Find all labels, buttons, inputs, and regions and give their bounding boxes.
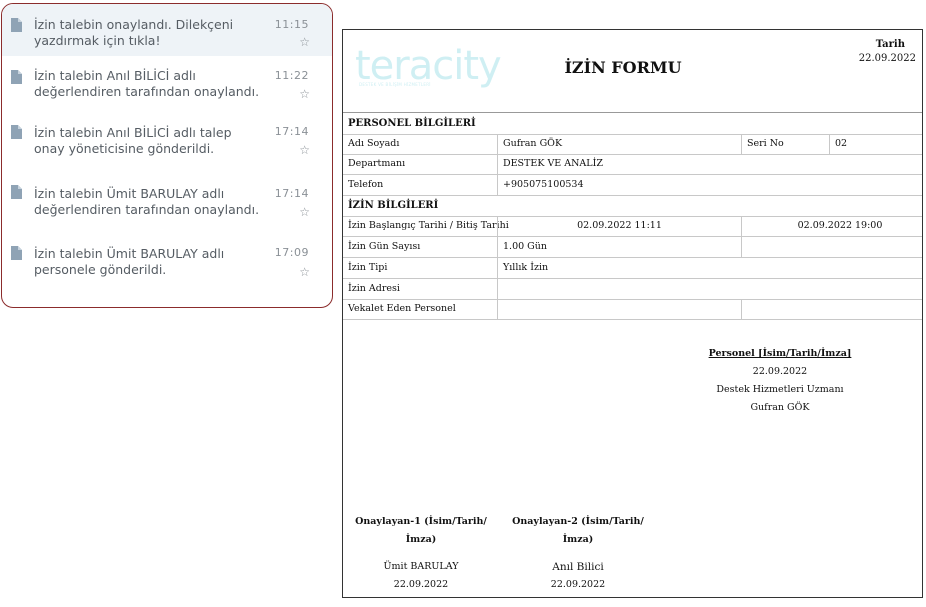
signature-name: Gufran GÖK [750, 402, 810, 413]
field-value: Yıllık İzin [497, 258, 548, 278]
date-label: Tarih [875, 39, 905, 50]
document-icon [11, 70, 22, 84]
notification-item[interactable]: İzin talebin Ümit BARULAY adlı değerlend… [2, 170, 332, 230]
approver1-signature: Onaylayan-1 (İsim/Tarih/İmza) Ümit BARUL… [350, 513, 492, 594]
notification-time: 17:14 [274, 187, 309, 200]
notification-text: İzin talebin Ümit BARULAY adlı değerlend… [34, 186, 260, 217]
company-logo: teracity DESTEK VE BİLİŞİM HİZMETLERİ [355, 42, 502, 92]
field-label: Departmanı [348, 158, 406, 169]
date-value: 22.09.2022 [858, 53, 916, 64]
form-row: İzin Adresi [343, 279, 922, 300]
document-icon [11, 18, 22, 32]
notification-item[interactable]: İzin talebin Anıl BİLİCİ adlı değerlendi… [2, 56, 332, 112]
form-row: Departmanı DESTEK VE ANALİZ [343, 154, 922, 175]
notification-time: 17:09 [274, 246, 309, 259]
field-value: 1.00 Gün [497, 237, 547, 257]
field-value [497, 279, 503, 299]
logo-subtext: DESTEK VE BİLİŞİM HİZMETLERİ [359, 82, 431, 87]
signature-date: 22.09.2022 [550, 579, 606, 590]
field-label: Vekalet Eden Personel [348, 303, 456, 314]
star-outline-icon[interactable]: ☆ [299, 88, 310, 100]
header-divider [343, 112, 922, 113]
signature-name: Ümit BARULAY [383, 561, 459, 572]
notification-time: 11:22 [274, 69, 309, 82]
section-title: PERSONEL BİLGİLERİ [348, 118, 476, 129]
notification-time: 11:15 [274, 18, 309, 31]
field-label: Seri No [741, 134, 784, 154]
section-header-personel: PERSONEL BİLGİLERİ [343, 114, 922, 135]
signature-heading: Onaylayan-2 (İsim/Tarih/İmza) [512, 516, 644, 545]
field-label: İzin Adresi [348, 283, 400, 294]
form-row: İzin Gün Sayısı 1.00 Gün [343, 237, 922, 258]
approver2-signature: Onaylayan-2 (İsim/Tarih/İmza) Anıl Bilic… [507, 513, 649, 594]
field-value [497, 299, 503, 319]
personel-signature: Personel [İsim/Tarih/İmza] 22.09.2022 De… [705, 345, 855, 417]
field-value: Gufran GÖK [497, 134, 562, 154]
field-value: 02.09.2022 19:00 [741, 216, 926, 236]
field-value: +905075100534 [497, 175, 584, 195]
field-value: DESTEK VE ANALİZ [497, 154, 603, 174]
field-value: 02.09.2022 11:11 [497, 216, 741, 236]
signature-date: 22.09.2022 [752, 366, 808, 377]
document-icon [11, 246, 22, 260]
field-label: İzin Başlangıç Tarihi / Bitiş Tarihi [348, 220, 509, 231]
form-row: İzin Başlangıç Tarihi / Bitiş Tarihi 02.… [343, 216, 922, 237]
field-label: Telefon [348, 179, 384, 190]
leave-form-document: teracity DESTEK VE BİLİŞİM HİZMETLERİ İZ… [342, 29, 923, 598]
section-header-leave: İZİN BİLGİLERİ [343, 196, 922, 217]
field-label: İzin Gün Sayısı [348, 241, 421, 252]
signature-heading: Personel [İsim/Tarih/İmza] [708, 348, 852, 359]
star-outline-icon[interactable]: ☆ [299, 144, 310, 156]
form-row: Telefon +905075100534 [343, 175, 922, 196]
notification-text: İzin talebin Anıl BİLİCİ adlı talep onay… [34, 125, 232, 156]
notification-text: İzin talebin Anıl BİLİCİ adlı değerlendi… [34, 68, 260, 99]
star-outline-icon[interactable]: ☆ [299, 266, 310, 278]
notification-item[interactable]: İzin talebin Anıl BİLİCİ adlı talep onay… [2, 112, 332, 170]
notification-item[interactable]: İzin talebin onaylandı. Dilekçeni yazdır… [2, 4, 332, 56]
form-title: İZİN FORMU [564, 58, 682, 77]
signature-name: Anıl Bilici [552, 561, 604, 573]
signature-role: Destek Hizmetleri Uzmanı [716, 384, 844, 395]
star-outline-icon[interactable]: ☆ [299, 206, 310, 218]
signature-heading: Onaylayan-1 (İsim/Tarih/İmza) [355, 516, 487, 545]
document-icon [11, 125, 22, 139]
form-row: Vekalet Eden Personel [343, 299, 922, 320]
section-title: İZİN BİLGİLERİ [348, 200, 439, 211]
notification-panel: İzin talebin onaylandı. Dilekçeni yazdır… [1, 3, 333, 308]
notification-text: İzin talebin onaylandı. Dilekçeni yazdır… [34, 17, 234, 48]
notification-item[interactable]: İzin talebin Ümit BARULAY adlı personele… [2, 230, 332, 300]
form-row: İzin Tipi Yıllık İzin [343, 258, 922, 279]
star-outline-icon[interactable]: ☆ [299, 36, 310, 48]
signature-date: 22.09.2022 [393, 579, 449, 590]
document-icon [11, 185, 22, 199]
field-label: Adı Soyadı [348, 138, 400, 149]
notification-text: İzin talebin Ümit BARULAY adlı personele… [34, 246, 225, 277]
field-value: 02 [829, 134, 847, 154]
field-empty [741, 237, 747, 257]
field-empty [741, 299, 747, 319]
field-label: İzin Tipi [348, 262, 388, 273]
form-row: Adı Soyadı Gufran GÖK Seri No 02 [343, 134, 922, 155]
notification-time: 17:14 [274, 125, 309, 138]
